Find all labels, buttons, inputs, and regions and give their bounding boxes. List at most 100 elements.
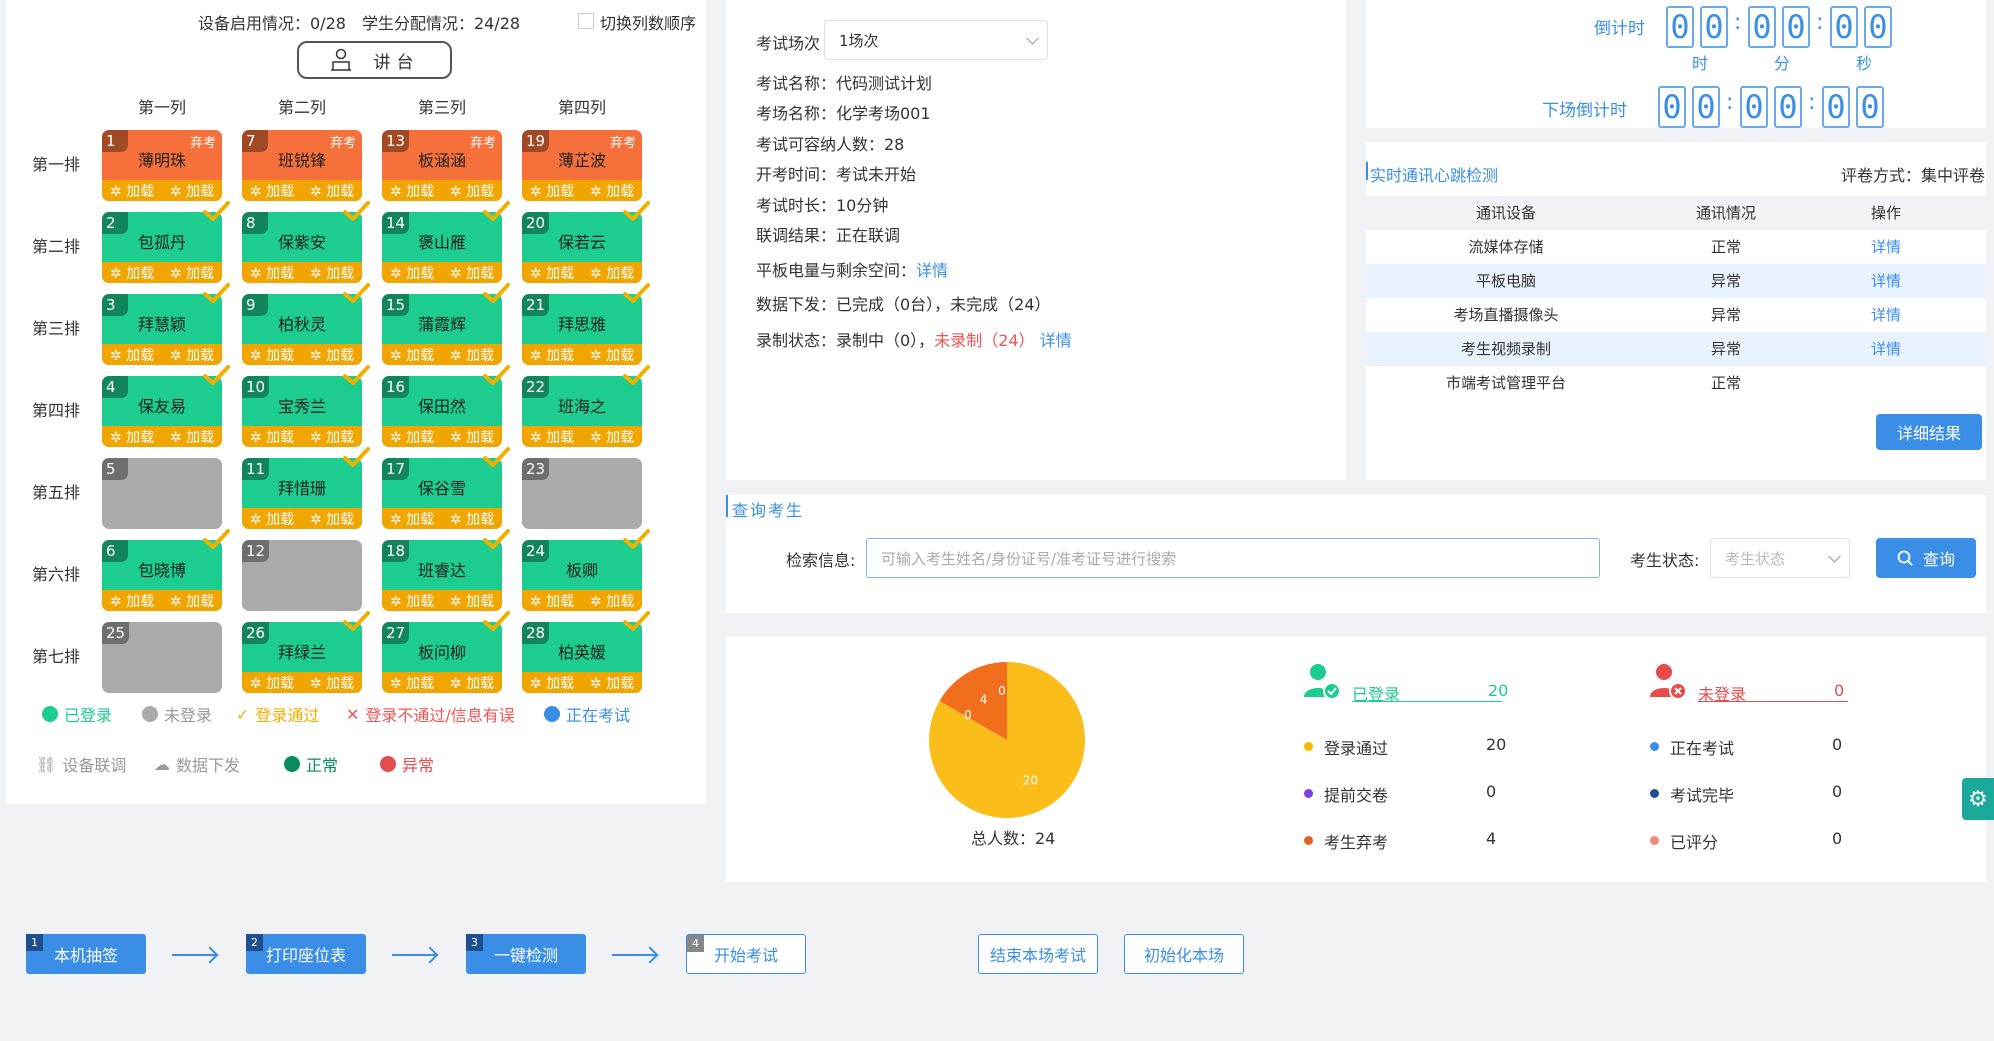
seat-card[interactable]: 10 宝秀兰 ✲ 加载 ✲ 加载 bbox=[242, 365, 370, 447]
load-label: 加载 bbox=[326, 675, 355, 692]
search-button[interactable]: 查询 bbox=[1876, 538, 1976, 578]
grading-mode: 评卷方式：集中评卷 bbox=[1841, 166, 1986, 185]
load-bar: ✲ 加载 ✲ 加载 bbox=[382, 672, 502, 693]
duration: 考试时长：10分钟 bbox=[756, 196, 889, 215]
countdown-label: 倒计时 bbox=[1594, 19, 1645, 39]
load-bar: ✲ 加载 ✲ 加载 bbox=[522, 590, 642, 611]
stat-value: 0 bbox=[1832, 829, 1843, 848]
seat-card[interactable]: 27 板问柳 ✲ 加载 ✲ 加载 bbox=[382, 611, 510, 693]
seat-card[interactable]: 1 弃考 薄明珠 ✲ 加载 ✲ 加载 bbox=[102, 130, 222, 201]
loading-icon: ✲ bbox=[309, 675, 327, 692]
detail-link[interactable]: 详情 bbox=[1836, 264, 1936, 298]
loading-icon: ✲ bbox=[249, 347, 267, 364]
seat-card[interactable]: 14 褒山雁 ✲ 加载 ✲ 加载 bbox=[382, 201, 510, 283]
session-select[interactable]: 1场次 bbox=[824, 20, 1048, 60]
load-indicator: ✲ 加载 bbox=[530, 427, 574, 447]
step-label: 一键检测 bbox=[493, 946, 558, 965]
seat-card[interactable]: 11 拜惜珊 ✲ 加载 ✲ 加载 bbox=[242, 447, 370, 529]
load-indicator: ✲ 加载 bbox=[450, 263, 494, 283]
load-label: 加载 bbox=[406, 511, 435, 528]
seat-panel: 设备启用情况：0/28 学生分配情况：24/28 切换列数顺序 讲台 第一列 第二… bbox=[6, 0, 706, 804]
total-count: 总人数：24 bbox=[971, 829, 1056, 848]
seat-card[interactable]: 19 弃考 薄芷波 ✲ 加载 ✲ 加载 bbox=[522, 130, 642, 201]
seat-card[interactable]: 23 bbox=[522, 458, 642, 529]
row-label: 第七排 bbox=[31, 647, 80, 666]
seat-card[interactable]: 28 柏英媛 ✲ 加载 ✲ 加载 bbox=[522, 611, 650, 693]
seat-card[interactable]: 3 拜慧颖 ✲ 加载 ✲ 加载 bbox=[102, 283, 230, 365]
load-indicator: ✲ 加载 bbox=[450, 591, 494, 611]
loading-icon: ✲ bbox=[309, 347, 327, 364]
loading-icon: ✲ bbox=[109, 347, 127, 364]
step-button[interactable]: 2 打印座位表 bbox=[246, 934, 366, 974]
seat-card[interactable]: 8 保紫安 ✲ 加载 ✲ 加载 bbox=[242, 201, 370, 283]
load-bar: ✲ 加载 ✲ 加载 bbox=[522, 672, 642, 693]
toggle-label[interactable]: 切换列数顺序 bbox=[600, 10, 696, 34]
not-logged-value: 0 bbox=[1834, 681, 1845, 700]
load-indicator: ✲ 加载 bbox=[390, 181, 434, 201]
device-name: 流媒体存储 bbox=[1468, 238, 1544, 256]
load-label: 加载 bbox=[546, 265, 575, 282]
load-indicator: ✲ 加载 bbox=[390, 591, 434, 611]
detail-link[interactable]: 详情 bbox=[1836, 298, 1936, 332]
seat-card[interactable]: 26 拜绿兰 ✲ 加载 ✲ 加载 bbox=[242, 611, 370, 693]
seat-card[interactable]: 18 班睿达 ✲ 加载 ✲ 加载 bbox=[382, 529, 510, 611]
student-name: 拜思雅 bbox=[557, 315, 606, 334]
seat-card[interactable]: 21 拜思雅 ✲ 加载 ✲ 加载 bbox=[522, 283, 650, 365]
end-exam-button[interactable]: 结束本场考试 bbox=[978, 934, 1098, 974]
status-select[interactable]: 考生状态 bbox=[1710, 538, 1850, 578]
seat-card[interactable]: 6 包晓博 ✲ 加载 ✲ 加载 bbox=[102, 529, 230, 611]
load-bar: ✲ 加载 ✲ 加载 bbox=[382, 344, 502, 365]
step-button[interactable]: 1 本机抽签 bbox=[26, 934, 146, 974]
legend-logged-in: 已登录 bbox=[42, 702, 112, 726]
row-label: 第六排 bbox=[31, 565, 80, 584]
seat-card[interactable]: 24 板卿 ✲ 加载 ✲ 加载 bbox=[522, 529, 650, 611]
seat-card[interactable]: 16 保田然 ✲ 加载 ✲ 加载 bbox=[382, 365, 510, 447]
load-bar: ✲ 加载 ✲ 加载 bbox=[242, 426, 362, 447]
status-label: 考生状态: bbox=[1630, 551, 1700, 570]
seat-card[interactable]: 20 保若云 ✲ 加载 ✲ 加载 bbox=[522, 201, 650, 283]
search-input[interactable]: 可输入考生姓名/身份证号/准考证号进行搜索 bbox=[866, 538, 1600, 578]
second-label: 秒 bbox=[1856, 54, 1873, 73]
step-button[interactable]: 4 开始考试 bbox=[686, 934, 806, 974]
seat-card[interactable]: 9 柏秋灵 ✲ 加载 ✲ 加载 bbox=[242, 283, 370, 365]
column-header: 第一列 bbox=[137, 98, 186, 117]
load-label: 加载 bbox=[326, 265, 355, 282]
load-indicator: ✲ 加载 bbox=[530, 673, 574, 693]
load-label: 加载 bbox=[466, 511, 495, 528]
load-label: 加载 bbox=[546, 347, 575, 364]
seat-card[interactable]: 5 bbox=[102, 458, 222, 529]
load-indicator: ✲ 加载 bbox=[590, 591, 634, 611]
tablet-detail-link[interactable]: 详情 bbox=[916, 261, 948, 280]
step-button[interactable]: 3 一键检测 bbox=[466, 934, 586, 974]
detail-result-button[interactable]: 详细结果 bbox=[1876, 414, 1982, 450]
load-bar: ✲ 加载 ✲ 加载 bbox=[102, 344, 222, 365]
loading-icon: ✲ bbox=[449, 511, 467, 528]
student-name: 包孤丹 bbox=[137, 233, 186, 252]
detail-link[interactable]: 详情 bbox=[1836, 230, 1936, 264]
seat-card[interactable]: 17 保谷雪 ✲ 加载 ✲ 加载 bbox=[382, 447, 510, 529]
settings-gear-icon[interactable]: ⚙ bbox=[1962, 778, 1994, 820]
loading-icon: ✲ bbox=[109, 429, 127, 446]
student-name: 柏英媛 bbox=[557, 643, 606, 662]
seat-card[interactable]: 12 bbox=[242, 540, 362, 611]
record-detail-link[interactable]: 详情 bbox=[1040, 331, 1072, 350]
seat-card[interactable]: 25 bbox=[102, 622, 222, 693]
load-indicator: ✲ 加载 bbox=[310, 345, 354, 365]
logged-user-icon bbox=[1304, 664, 1341, 700]
heartbeat-title: 实时通讯心跳检测 bbox=[1370, 166, 1499, 185]
seat-card[interactable]: 7 弃考 班锐锋 ✲ 加载 ✲ 加载 bbox=[242, 130, 362, 201]
seat-card[interactable]: 4 保友易 ✲ 加载 ✲ 加载 bbox=[102, 365, 230, 447]
seat-card[interactable]: 13 弃考 板涵涵 ✲ 加载 ✲ 加载 bbox=[382, 130, 502, 201]
legend-examining: 正在考试 bbox=[544, 702, 630, 726]
seat-card[interactable]: 2 包孤丹 ✲ 加载 ✲ 加载 bbox=[102, 201, 230, 283]
seat-card[interactable]: 15 蒲霞辉 ✲ 加载 ✲ 加载 bbox=[382, 283, 510, 365]
load-label: 加载 bbox=[126, 429, 155, 446]
init-room-button[interactable]: 初始化本场 bbox=[1124, 934, 1244, 974]
load-label: 加载 bbox=[606, 265, 635, 282]
seat-card[interactable]: 22 班海之 ✲ 加载 ✲ 加载 bbox=[522, 365, 650, 447]
loading-icon: ✲ bbox=[389, 347, 407, 364]
load-label: 加载 bbox=[466, 265, 495, 282]
toggle-checkbox[interactable] bbox=[578, 10, 594, 29]
detail-link[interactable]: 详情 bbox=[1836, 332, 1936, 366]
loading-icon: ✲ bbox=[449, 347, 467, 364]
